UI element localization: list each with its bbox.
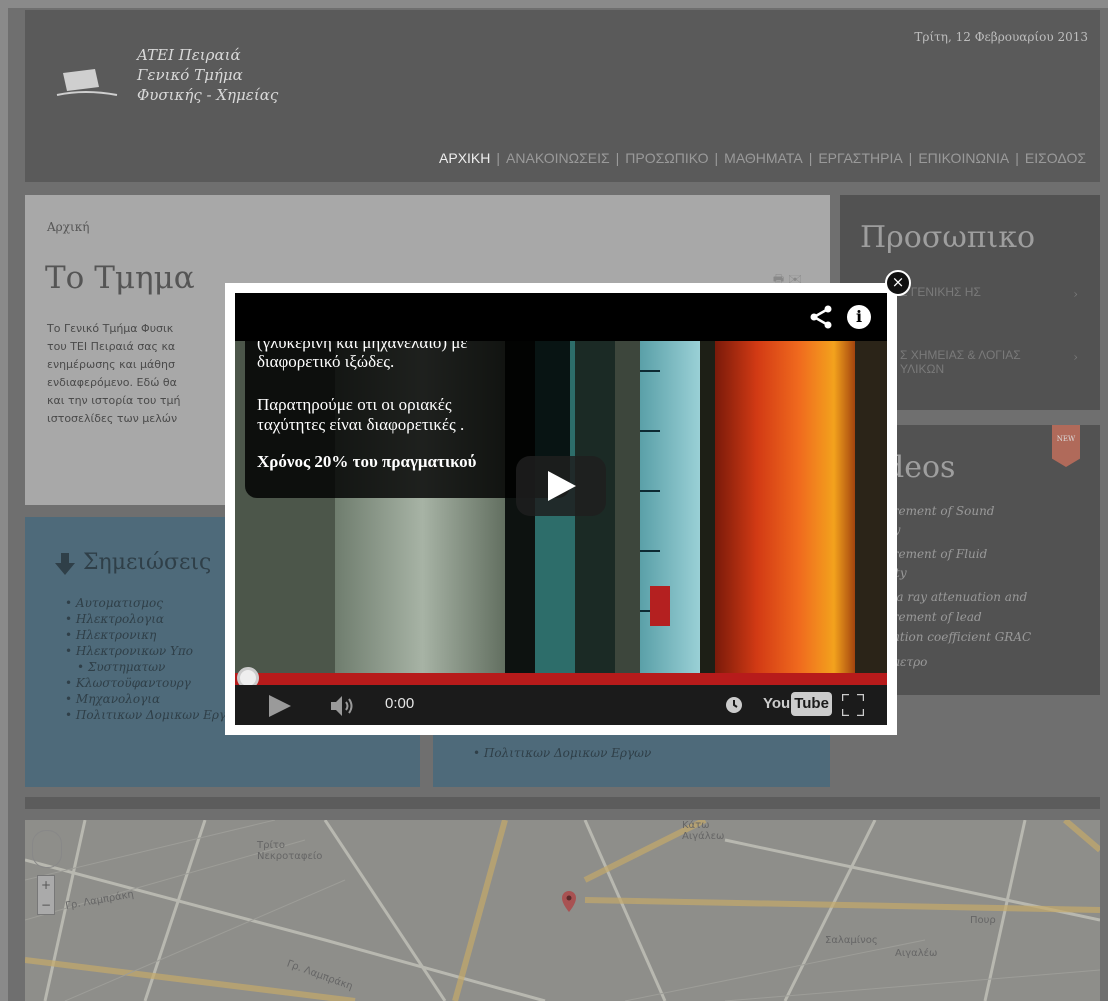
logo-line: Φυσικής - Χημείας — [137, 86, 279, 104]
intro-text: Το Γενικό Τμήμα Φυσικ του ΤΕΙ Πειραιά σα… — [47, 320, 247, 428]
staff-link-general[interactable]: Σ ΓΕΝΙΚΗΣ ΗΣ — [900, 285, 1040, 299]
notes-list: Πολιτικων Δομικων Εργων — [473, 745, 651, 761]
logo-line: Γενικό Τμήμα — [137, 66, 243, 84]
video-link[interactable]: ομετρο — [885, 653, 1085, 672]
logo-flag-icon — [56, 69, 118, 96]
notes-list: Αυτοματισμος Ηλεκτρολογια Ηλεκτρονικη Ηλ… — [65, 595, 243, 723]
staff-link-chemistry[interactable]: Σ ΧΗΜΕΙΑΣ & ΛΟΓΙΑΣ ΥΛΙΚΩΝ — [900, 348, 1050, 376]
intro-line: του ΤΕΙ Πειραιά σας κα — [47, 340, 176, 353]
youtube-logo-you: You — [763, 695, 791, 712]
youtube-logo-tube: Tube — [791, 692, 832, 716]
nav-item-contact[interactable]: ΕΠΙΚΟΙΝΩΝΙΑ — [912, 150, 1015, 166]
section-divider — [25, 797, 1100, 809]
nav-item-labs[interactable]: ΕΡΓΑΣΤΗΡΙΑ — [812, 150, 908, 166]
nav-item-announcements[interactable]: ΑΝΑΚΟΙΝΩΣΕΙΣ — [500, 150, 616, 166]
video-link[interactable]: sity — [885, 564, 1085, 583]
zoom-in-button[interactable]: + — [38, 876, 54, 896]
video-link[interactable]: urement of lead — [885, 608, 1085, 627]
map-pan-control[interactable] — [32, 830, 62, 868]
notes-item[interactable]: Κλωστοϋφαντουργ — [65, 675, 243, 691]
notes-item[interactable]: Ηλεκτρολογια — [65, 611, 243, 627]
map-zoom-control: + − — [37, 875, 55, 915]
main-nav: ΑΡΧΙΚΗ | ΑΝΑΚΟΙΝΩΣΕΙΣ | ΠΡΟΣΩΠΙΚΟ | ΜΑΘΗ… — [433, 150, 1092, 166]
youtube-logo[interactable]: You Tube — [763, 692, 832, 716]
share-icon[interactable] — [809, 305, 833, 329]
progress-bar[interactable] — [235, 673, 887, 685]
notes-title: Σημειώσεις — [83, 550, 212, 575]
info-icon[interactable]: i — [847, 305, 871, 329]
page-title: Το Τμημα — [45, 260, 195, 296]
chevron-right-icon: › — [1073, 287, 1078, 301]
staff-title: Προσωπικο — [860, 220, 1036, 255]
video-link[interactable]: ma ray attenuation and — [885, 588, 1085, 607]
chevron-right-icon: › — [1073, 350, 1078, 364]
video-link[interactable]: urement of Fluid — [885, 545, 1085, 564]
logo-text: ATEI Πειραιά Γενικό Τμήμα Φυσικής - Χημε… — [137, 45, 278, 105]
video-frame[interactable]: (γλυκερίνη και μηχανέλαιο) με διαφορετικ… — [235, 341, 887, 673]
map-roads — [25, 820, 1100, 1001]
nav-item-courses[interactable]: ΜΑΘΗΜΑΤΑ — [718, 150, 809, 166]
map-label: Κάτω Αιγάλεω — [682, 820, 725, 842]
notes-item[interactable]: Πολιτικων Δομικων Εργων — [65, 707, 243, 723]
youtube-player[interactable]: (γλυκερίνη και μηχανέλαιο) με διαφορετικ… — [235, 293, 887, 725]
watch-later-icon[interactable] — [725, 696, 743, 714]
google-map[interactable]: Τρίτο Νεκροταφείο Γρ. Λαμπράκη Πουρ Κάτω… — [25, 820, 1100, 1001]
nav-item-home[interactable]: ΑΡΧΙΚΗ — [433, 150, 496, 166]
nav-item-login[interactable]: ΕΙΣΟΔΟΣ — [1019, 150, 1092, 166]
notes-item[interactable]: Ηλεκτρονικων Υπο — [65, 643, 243, 659]
intro-line: ενδιαφερόμενο. Εδώ θα — [47, 376, 177, 389]
caption-line: Χρόνος 20% του πραγματικού — [257, 452, 477, 471]
map-label: Πουρ — [970, 915, 996, 926]
caption-line: διαφορετικό ιξώδες. — [257, 352, 395, 371]
caption-line: Παρατηρούμε οτι οι οριακές — [257, 395, 452, 414]
arrow-down-icon — [55, 553, 75, 575]
notes-item[interactable]: Αυτοματισμος — [65, 595, 243, 611]
current-time: 0:00 — [385, 695, 415, 712]
video-link[interactable]: uation coefficient GRAC — [885, 628, 1085, 647]
current-date: Τρίτη, 12 Φεβρουαρίου 2013 — [914, 30, 1088, 44]
large-play-button[interactable] — [516, 456, 606, 516]
fullscreen-icon[interactable] — [842, 694, 864, 716]
player-controls: 0:00 You Tube — [235, 685, 887, 725]
caption-line: ταχύτητες είναι διαφορετικές . — [257, 415, 465, 434]
site-header: ATEI Πειραιά Γενικό Τμήμα Φυσικής - Χημε… — [25, 10, 1100, 182]
notes-item[interactable]: Συστηματων — [65, 659, 243, 675]
notes-item[interactable]: Μηχανολογια — [65, 691, 243, 707]
new-badge: NEW — [1052, 425, 1080, 467]
play-icon[interactable] — [269, 695, 291, 717]
close-button[interactable]: × — [885, 270, 911, 296]
notes-item[interactable]: Ηλεκτρονικη — [65, 627, 243, 643]
volume-icon[interactable] — [331, 695, 357, 717]
notes-item[interactable]: Πολιτικων Δομικων Εργων — [473, 745, 651, 761]
zoom-out-button[interactable]: − — [38, 896, 54, 916]
video-lightbox: (γλυκερίνη και μηχανέλαιο) με διαφορετικ… — [225, 283, 897, 735]
nav-item-staff[interactable]: ΠΡΟΣΩΠΙΚΟ — [619, 150, 714, 166]
breadcrumb[interactable]: Αρχική — [47, 220, 89, 234]
intro-line: ενημέρωσης και μάθησ — [47, 358, 175, 371]
intro-line: Το Γενικό Τμήμα Φυσικ — [47, 322, 174, 335]
video-link[interactable]: ity — [885, 521, 1085, 540]
video-link[interactable]: urement of Sound — [885, 502, 1085, 521]
intro-line: ιστοσελίδες των μελών — [47, 412, 178, 425]
logo-line: ATEI Πειραιά — [137, 46, 241, 64]
intro-line: και την ιστορία του τμή — [47, 394, 181, 407]
map-label: Σαλαμίνος — [825, 935, 878, 946]
play-icon — [548, 471, 576, 501]
site-logo[interactable]: ATEI Πειραιά Γενικό Τμήμα Φυσικής - Χημε… — [55, 45, 295, 145]
player-top-bar: i — [235, 293, 887, 341]
map-label: Τρίτο Νεκροταφείο — [257, 840, 323, 862]
map-label: Αιγαλέω — [895, 948, 938, 959]
